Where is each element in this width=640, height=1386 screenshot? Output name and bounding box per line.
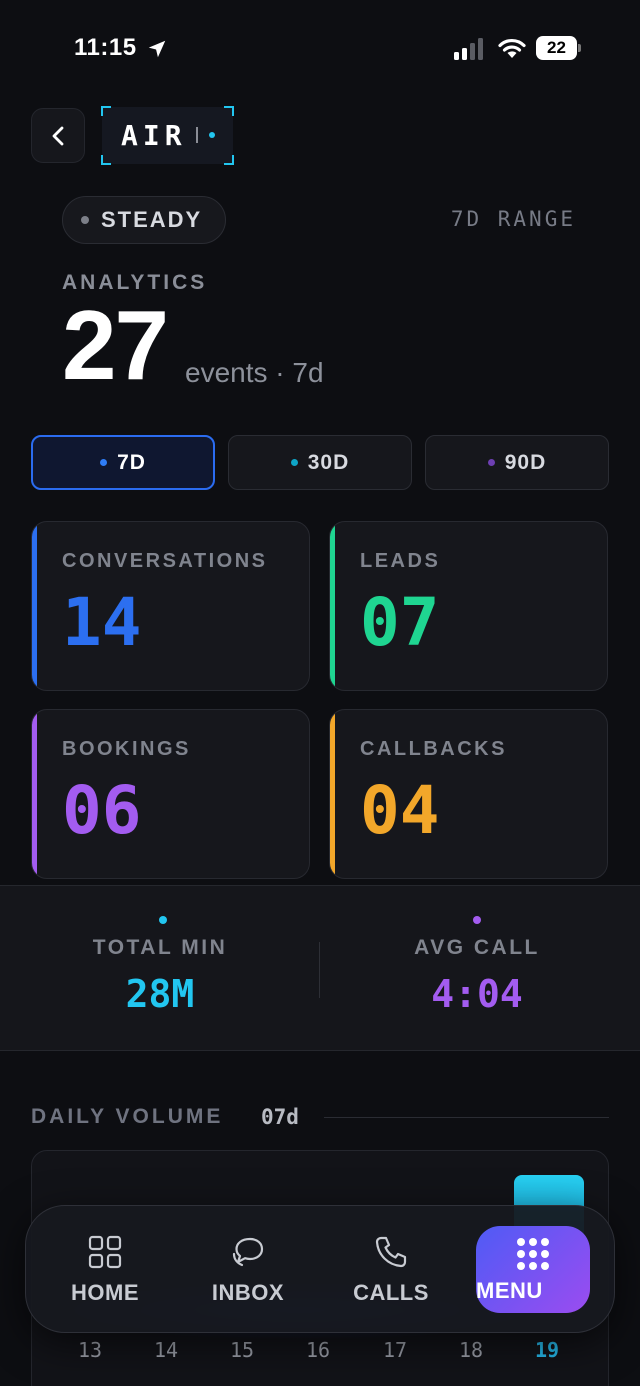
nav-label: CALLS: [353, 1280, 429, 1305]
day-label: 17: [382, 1338, 408, 1362]
battery-level: 22: [536, 36, 577, 60]
status-badge: STEADY: [62, 196, 226, 244]
metric-label: BOOKINGS: [62, 738, 191, 760]
event-count: 27: [62, 290, 169, 400]
range-caption: 7D RANGE: [450, 207, 576, 231]
card-accent: [32, 710, 37, 878]
tab-dot: [100, 459, 108, 466]
metric-value: 04: [360, 772, 440, 849]
day-label: 13: [77, 1338, 103, 1362]
day-label: 16: [305, 1338, 331, 1362]
metric-card-conversations[interactable]: CONVERSATIONS 14: [31, 521, 310, 691]
analytics-screen: 11:15 22 AIR STEADY 7D RANGE ANALYTICS 2…: [0, 0, 640, 1386]
status-bar: 11:15 22: [0, 30, 640, 66]
brand-status-dot: [209, 132, 215, 138]
status-label: STEADY: [101, 207, 203, 232]
brand-title: AIR: [121, 119, 187, 152]
card-accent: [32, 522, 37, 690]
metric-card-callbacks[interactable]: CALLBACKS 04: [329, 709, 608, 879]
status-time: 11:15: [74, 34, 137, 61]
tab-label: 7D: [117, 450, 146, 474]
nav-calls[interactable]: CALLS: [331, 1222, 451, 1318]
summary-avg-call: AVG CALL 4:04: [317, 886, 637, 1052]
nav-inbox[interactable]: INBOX: [188, 1222, 308, 1318]
battery-tip: [578, 44, 581, 52]
metric-value: 07: [360, 584, 440, 661]
metric-value: 06: [62, 772, 142, 849]
card-accent: [330, 710, 335, 878]
day-label: 14: [153, 1338, 179, 1362]
tab-label: 90D: [504, 450, 547, 474]
phone-icon: [375, 1236, 407, 1268]
metric-value: 14: [62, 584, 142, 661]
grid-icon: [88, 1235, 122, 1269]
metric-card-bookings[interactable]: BOOKINGS 06: [31, 709, 310, 879]
card-accent: [330, 522, 335, 690]
metric-label: LEADS: [360, 550, 441, 572]
summary-total-min: TOTAL MIN 28M: [0, 886, 320, 1052]
summary-label: AVG CALL: [414, 936, 540, 959]
summary-label: TOTAL MIN: [92, 936, 228, 959]
nav-label: HOME: [71, 1280, 139, 1305]
chevron-left-icon: [52, 126, 64, 145]
brand-cursor: [196, 127, 198, 143]
event-count-unit: events · 7d: [185, 357, 324, 388]
daily-volume-title: DAILY VOLUME: [31, 1105, 224, 1128]
battery-indicator: 22: [536, 36, 582, 60]
wifi-icon: [498, 38, 526, 58]
tab-label: 30D: [307, 450, 350, 474]
tab-90d[interactable]: 90D: [425, 435, 609, 490]
dots-grid-icon: [517, 1238, 549, 1270]
metric-label: CALLBACKS: [360, 738, 507, 760]
nav-label: INBOX: [211, 1280, 285, 1305]
day-label: 15: [229, 1338, 255, 1362]
chat-bubble-icon: [232, 1237, 264, 1267]
cellular-signal-icon: [454, 38, 483, 60]
back-button[interactable]: [31, 108, 85, 163]
nav-menu[interactable]: MENU: [476, 1226, 590, 1313]
tab-dot: [487, 459, 495, 466]
status-dot: [81, 216, 89, 224]
summary-value: 4:04: [431, 972, 523, 1016]
section-divider: [324, 1117, 609, 1118]
metric-card-leads[interactable]: LEADS 07: [329, 521, 608, 691]
summary-value: 28M: [125, 972, 195, 1016]
summary-dot: [473, 916, 481, 924]
day-label: 18: [458, 1338, 484, 1362]
nav-home[interactable]: HOME: [45, 1222, 165, 1318]
daily-volume-range: 07d: [261, 1105, 299, 1129]
tab-dot: [290, 459, 298, 466]
location-arrow-icon: [148, 40, 166, 58]
nav-label: MENU: [476, 1278, 543, 1303]
day-label-today: 19: [534, 1338, 560, 1362]
summary-dot: [159, 916, 167, 924]
metric-label: CONVERSATIONS: [62, 550, 268, 572]
summary-strip: TOTAL MIN 28M AVG CALL 4:04: [0, 885, 640, 1051]
tab-7d[interactable]: 7D: [31, 435, 215, 490]
tab-30d[interactable]: 30D: [228, 435, 412, 490]
